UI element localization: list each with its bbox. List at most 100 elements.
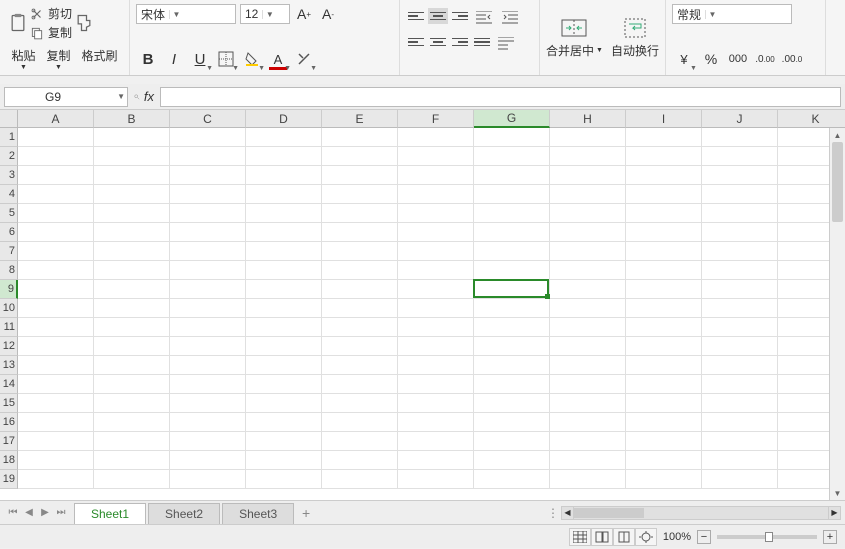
cell[interactable] <box>626 394 702 413</box>
cell[interactable] <box>170 223 246 242</box>
cell[interactable] <box>170 432 246 451</box>
cell[interactable] <box>474 375 550 394</box>
cell[interactable] <box>322 432 398 451</box>
cell[interactable] <box>702 299 778 318</box>
cell[interactable] <box>322 147 398 166</box>
cell[interactable] <box>626 375 702 394</box>
cell[interactable] <box>170 413 246 432</box>
column-header-B[interactable]: B <box>94 110 170 128</box>
row-header-16[interactable]: 16 <box>0 413 18 432</box>
page-break-view-button[interactable] <box>613 528 635 546</box>
row-header-19[interactable]: 19 <box>0 470 18 489</box>
cell[interactable] <box>398 432 474 451</box>
cell[interactable] <box>94 375 170 394</box>
scroll-thumb[interactable] <box>832 142 843 222</box>
insert-function-button[interactable]: fx <box>134 89 154 104</box>
cell[interactable] <box>246 413 322 432</box>
cell[interactable] <box>18 337 94 356</box>
cell[interactable] <box>702 204 778 223</box>
cell[interactable] <box>550 280 626 299</box>
cell[interactable] <box>474 128 550 147</box>
cell[interactable] <box>322 166 398 185</box>
cell[interactable] <box>246 299 322 318</box>
cell[interactable] <box>170 318 246 337</box>
cell[interactable] <box>550 299 626 318</box>
decrease-font-size-button[interactable]: A- <box>318 4 338 24</box>
zoom-in-button[interactable]: + <box>823 530 837 544</box>
cell[interactable] <box>322 470 398 489</box>
cell[interactable] <box>398 451 474 470</box>
cell[interactable] <box>702 261 778 280</box>
percent-button[interactable]: % <box>699 47 723 71</box>
cell[interactable] <box>474 394 550 413</box>
cell[interactable] <box>702 356 778 375</box>
cell[interactable] <box>94 204 170 223</box>
orientation-button[interactable] <box>494 34 518 54</box>
cell[interactable] <box>246 318 322 337</box>
cell[interactable] <box>18 375 94 394</box>
format-painter-button[interactable] <box>72 13 96 33</box>
cell[interactable] <box>550 128 626 147</box>
cell[interactable] <box>474 261 550 280</box>
cell[interactable] <box>626 470 702 489</box>
cell[interactable] <box>170 185 246 204</box>
cell[interactable] <box>18 432 94 451</box>
cell[interactable] <box>94 470 170 489</box>
cell[interactable] <box>322 356 398 375</box>
sheet-tab-sheet2[interactable]: Sheet2 <box>148 503 220 524</box>
cell[interactable] <box>626 166 702 185</box>
align-top-button[interactable] <box>406 8 426 24</box>
bold-button[interactable]: B <box>136 47 160 71</box>
font-size-select[interactable]: 12 ▼ <box>240 4 290 24</box>
cell[interactable] <box>626 204 702 223</box>
cell[interactable] <box>246 432 322 451</box>
chevron-down-icon[interactable]: ▼ <box>705 10 719 19</box>
cell[interactable] <box>702 375 778 394</box>
cell[interactable] <box>322 261 398 280</box>
cell[interactable] <box>94 299 170 318</box>
cell[interactable] <box>246 261 322 280</box>
cell[interactable] <box>94 356 170 375</box>
cell[interactable] <box>322 185 398 204</box>
cell[interactable] <box>18 356 94 375</box>
column-header-A[interactable]: A <box>18 110 94 128</box>
sheet-tab-sheet1[interactable]: Sheet1 <box>74 503 146 524</box>
cell[interactable] <box>246 166 322 185</box>
horizontal-scrollbar[interactable]: ◀ ▶ <box>561 506 841 520</box>
cell[interactable] <box>246 223 322 242</box>
column-header-F[interactable]: F <box>398 110 474 128</box>
cell[interactable] <box>550 318 626 337</box>
scroll-up-button[interactable]: ▲ <box>830 128 845 142</box>
cell[interactable] <box>550 413 626 432</box>
cell[interactable] <box>398 318 474 337</box>
cell[interactable] <box>18 223 94 242</box>
cell[interactable] <box>550 261 626 280</box>
cell[interactable] <box>18 166 94 185</box>
zoom-out-button[interactable]: − <box>697 530 711 544</box>
row-header-3[interactable]: 3 <box>0 166 18 185</box>
cell[interactable] <box>246 147 322 166</box>
cell[interactable] <box>246 451 322 470</box>
cell[interactable] <box>474 470 550 489</box>
cell[interactable] <box>398 470 474 489</box>
zoom-value[interactable]: 100% <box>663 531 691 543</box>
row-header-10[interactable]: 10 <box>0 299 18 318</box>
cell[interactable] <box>398 166 474 185</box>
first-sheet-button[interactable]: ⏮ <box>6 506 20 520</box>
cell[interactable] <box>322 242 398 261</box>
row-header-5[interactable]: 5 <box>0 204 18 223</box>
decrease-decimal-button[interactable]: .00.0 <box>780 47 804 71</box>
cell[interactable] <box>170 147 246 166</box>
cell[interactable] <box>398 337 474 356</box>
cell[interactable] <box>474 242 550 261</box>
add-sheet-button[interactable]: + <box>296 505 316 521</box>
cell[interactable] <box>626 280 702 299</box>
cell[interactable] <box>398 204 474 223</box>
cell[interactable] <box>322 128 398 147</box>
cell[interactable] <box>246 337 322 356</box>
cell[interactable] <box>626 413 702 432</box>
cell[interactable] <box>398 261 474 280</box>
cell[interactable] <box>474 318 550 337</box>
formula-input[interactable] <box>160 87 841 107</box>
cell[interactable] <box>702 147 778 166</box>
